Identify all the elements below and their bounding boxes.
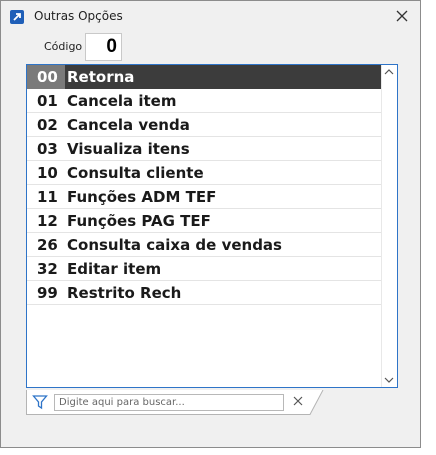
list-item[interactable]: 10 Consulta cliente (27, 161, 382, 185)
option-code: 10 (37, 164, 58, 182)
option-label: Funções PAG TEF (67, 212, 211, 230)
window-title: Outras Opções (34, 9, 123, 23)
app-arrow-icon (10, 10, 24, 24)
option-code: 32 (37, 260, 58, 278)
list-item[interactable]: 00 Retorna (27, 65, 382, 89)
list-item[interactable]: 11 Funções ADM TEF (27, 185, 382, 209)
option-label: Visualiza itens (67, 140, 190, 158)
vertical-scrollbar[interactable] (381, 65, 397, 387)
list-item[interactable]: 01 Cancela item (27, 89, 382, 113)
list-item[interactable]: 99 Restrito Rech (27, 281, 382, 305)
list-item[interactable]: 32 Editar item (27, 257, 382, 281)
list-item[interactable]: 12 Funções PAG TEF (27, 209, 382, 233)
clear-icon[interactable] (292, 395, 304, 407)
option-label: Editar item (67, 260, 162, 278)
option-code: 26 (37, 236, 58, 254)
option-code: 12 (37, 212, 58, 230)
option-label: Cancela item (67, 92, 177, 110)
close-icon[interactable] (393, 7, 411, 25)
list-item[interactable]: 03 Visualiza itens (27, 137, 382, 161)
options-rows: 00 Retorna 01 Cancela item 02 Cancela venda 03… (27, 65, 382, 305)
option-code: 11 (37, 188, 58, 206)
option-label: Cancela venda (67, 116, 190, 134)
option-label: Funções ADM TEF (67, 188, 217, 206)
option-code: 02 (37, 116, 58, 134)
option-code: 99 (37, 284, 58, 302)
option-code: 03 (37, 140, 58, 158)
option-label: Consulta caixa de vendas (67, 236, 282, 254)
search-input[interactable] (54, 394, 284, 411)
options-dialog: Outras Opções Código 0 00 Retorna 01 Cancel… (0, 0, 421, 448)
filter-bar (26, 390, 324, 415)
option-code: 01 (37, 92, 58, 110)
option-label: Restrito Rech (67, 284, 182, 302)
option-code: 00 (27, 65, 65, 89)
option-label: Retorna (67, 68, 135, 86)
code-label: Código (44, 40, 83, 53)
list-item[interactable]: 02 Cancela venda (27, 113, 382, 137)
chevron-up-icon[interactable] (384, 68, 394, 76)
list-item[interactable]: 26 Consulta caixa de vendas (27, 233, 382, 257)
title-bar: Outras Opções (1, 1, 420, 33)
code-input[interactable]: 0 (85, 33, 122, 61)
filter-icon[interactable] (32, 394, 48, 410)
chevron-down-icon[interactable] (384, 376, 394, 384)
options-list[interactable]: 00 Retorna 01 Cancela item 02 Cancela venda 03… (26, 64, 398, 388)
option-label: Consulta cliente (67, 164, 204, 182)
